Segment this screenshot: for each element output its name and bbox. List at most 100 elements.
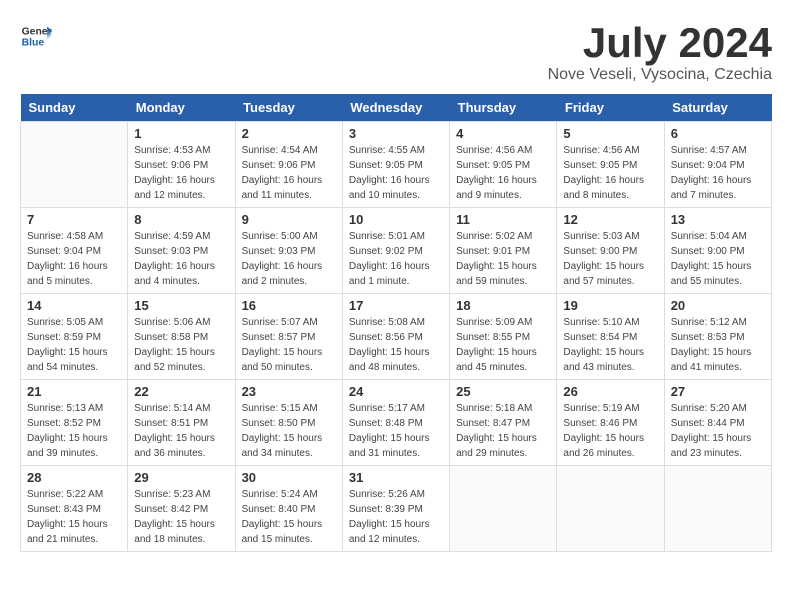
day-number: 15 (134, 298, 228, 313)
calendar-cell: 4Sunrise: 4:56 AMSunset: 9:05 PMDaylight… (450, 122, 557, 208)
calendar-cell: 2 Sunrise: 4:54 AMSunset: 9:06 PMDaylight… (235, 122, 342, 208)
day-info: Sunrise: 5:14 AMSunset: 8:51 PMDaylight:… (134, 401, 228, 461)
day-number: 18 (456, 298, 550, 313)
calendar-cell: 30 Sunrise: 5:24 AMSunset: 8:40 PMDayligh… (235, 466, 342, 552)
day-number: 27 (671, 384, 765, 399)
day-info: Sunrise: 4:54 AMSunset: 9:06 PMDaylight:… (242, 143, 336, 203)
day-info: Sunrise: 5:18 AMSunset: 8:47 PMDaylight:… (456, 401, 550, 461)
calendar-cell (450, 466, 557, 552)
day-number: 19 (563, 298, 657, 313)
weekday-header-monday: Monday (128, 94, 235, 122)
svg-text:Blue: Blue (22, 38, 45, 49)
weekday-header-sunday: Sunday (21, 94, 128, 122)
day-info: Sunrise: 5:07 AMSunset: 8:57 PMDaylight:… (242, 315, 336, 375)
day-info: Sunrise: 5:09 AMSunset: 8:55 PMDaylight:… (456, 315, 550, 375)
day-number: 3 (349, 126, 443, 141)
calendar-cell: 1 Sunrise: 4:53 AMSunset: 9:06 PMDaylight… (128, 122, 235, 208)
day-number: 2 (242, 126, 336, 141)
calendar-cell: 8 Sunrise: 4:59 AMSunset: 9:03 PMDaylight… (128, 208, 235, 294)
calendar-cell: 31 Sunrise: 5:26 AMSunset: 8:39 PMDayligh… (342, 466, 449, 552)
location-subtitle: Nove Veseli, Vysocina, Czechia (548, 66, 772, 84)
calendar-cell: 28 Sunrise: 5:22 AMSunset: 8:43 PMDayligh… (21, 466, 128, 552)
day-number: 29 (134, 470, 228, 485)
day-number: 17 (349, 298, 443, 313)
calendar-header: SundayMondayTuesdayWednesdayThursdayFrid… (21, 94, 772, 122)
day-info: Sunrise: 5:04 AMSunset: 9:00 PMDaylight:… (671, 229, 765, 289)
day-number: 23 (242, 384, 336, 399)
calendar-week-row: 21Sunrise: 5:13 AMSunset: 8:52 PMDayligh… (21, 380, 772, 466)
day-info: Sunrise: 5:20 AMSunset: 8:44 PMDaylight:… (671, 401, 765, 461)
calendar-cell: 13 Sunrise: 5:04 AMSunset: 9:00 PMDayligh… (664, 208, 771, 294)
calendar-week-row: 14Sunrise: 5:05 AMSunset: 8:59 PMDayligh… (21, 294, 772, 380)
calendar-week-row: 28 Sunrise: 5:22 AMSunset: 8:43 PMDayligh… (21, 466, 772, 552)
calendar-cell: 14Sunrise: 5:05 AMSunset: 8:59 PMDayligh… (21, 294, 128, 380)
calendar-cell: 19 Sunrise: 5:10 AMSunset: 8:54 PMDayligh… (557, 294, 664, 380)
day-info: Sunrise: 4:55 AMSunset: 9:05 PMDaylight:… (349, 143, 443, 203)
calendar-cell (664, 466, 771, 552)
day-info: Sunrise: 5:10 AMSunset: 8:54 PMDaylight:… (563, 315, 657, 375)
day-number: 8 (134, 212, 228, 227)
day-number: 11 (456, 212, 550, 227)
day-info: Sunrise: 4:57 AMSunset: 9:04 PMDaylight:… (671, 143, 765, 203)
weekday-header-thursday: Thursday (450, 94, 557, 122)
day-info: Sunrise: 4:56 AMSunset: 9:05 PMDaylight:… (563, 143, 657, 203)
calendar-cell: 23Sunrise: 5:15 AMSunset: 8:50 PMDayligh… (235, 380, 342, 466)
calendar-cell: 17 Sunrise: 5:08 AMSunset: 8:56 PMDayligh… (342, 294, 449, 380)
day-number: 20 (671, 298, 765, 313)
weekday-header-tuesday: Tuesday (235, 94, 342, 122)
day-number: 6 (671, 126, 765, 141)
day-info: Sunrise: 5:03 AMSunset: 9:00 PMDaylight:… (563, 229, 657, 289)
calendar-cell (557, 466, 664, 552)
calendar-cell: 26Sunrise: 5:19 AMSunset: 8:46 PMDayligh… (557, 380, 664, 466)
calendar-cell: 11Sunrise: 5:02 AMSunset: 9:01 PMDayligh… (450, 208, 557, 294)
calendar-cell: 6 Sunrise: 4:57 AMSunset: 9:04 PMDaylight… (664, 122, 771, 208)
calendar-cell: 9Sunrise: 5:00 AMSunset: 9:03 PMDaylight… (235, 208, 342, 294)
day-info: Sunrise: 5:05 AMSunset: 8:59 PMDaylight:… (27, 315, 121, 375)
day-info: Sunrise: 5:12 AMSunset: 8:53 PMDaylight:… (671, 315, 765, 375)
calendar-cell: 18 Sunrise: 5:09 AMSunset: 8:55 PMDayligh… (450, 294, 557, 380)
day-number: 13 (671, 212, 765, 227)
day-info: Sunrise: 5:06 AMSunset: 8:58 PMDaylight:… (134, 315, 228, 375)
weekday-header-row: SundayMondayTuesdayWednesdayThursdayFrid… (21, 94, 772, 122)
day-info: Sunrise: 5:22 AMSunset: 8:43 PMDaylight:… (27, 487, 121, 547)
day-info: Sunrise: 5:00 AMSunset: 9:03 PMDaylight:… (242, 229, 336, 289)
day-info: Sunrise: 5:26 AMSunset: 8:39 PMDaylight:… (349, 487, 443, 547)
title-area: July 2024 Nove Veseli, Vysocina, Czechia (548, 20, 772, 84)
calendar-cell: 22 Sunrise: 5:14 AMSunset: 8:51 PMDayligh… (128, 380, 235, 466)
calendar-cell: 21Sunrise: 5:13 AMSunset: 8:52 PMDayligh… (21, 380, 128, 466)
logo: General Blue General Blue (20, 20, 52, 52)
weekday-header-saturday: Saturday (664, 94, 771, 122)
page-header: General Blue General Blue July 2024 Nove… (20, 20, 772, 84)
month-title: July 2024 (548, 20, 772, 66)
day-info: Sunrise: 5:19 AMSunset: 8:46 PMDaylight:… (563, 401, 657, 461)
day-info: Sunrise: 5:24 AMSunset: 8:40 PMDaylight:… (242, 487, 336, 547)
calendar-cell: 10 Sunrise: 5:01 AMSunset: 9:02 PMDayligh… (342, 208, 449, 294)
day-number: 28 (27, 470, 121, 485)
day-number: 30 (242, 470, 336, 485)
day-number: 22 (134, 384, 228, 399)
calendar-cell: 12Sunrise: 5:03 AMSunset: 9:00 PMDayligh… (557, 208, 664, 294)
day-info: Sunrise: 4:59 AMSunset: 9:03 PMDaylight:… (134, 229, 228, 289)
calendar-cell (21, 122, 128, 208)
day-info: Sunrise: 5:23 AMSunset: 8:42 PMDaylight:… (134, 487, 228, 547)
day-number: 31 (349, 470, 443, 485)
weekday-header-wednesday: Wednesday (342, 94, 449, 122)
calendar-cell: 5Sunrise: 4:56 AMSunset: 9:05 PMDaylight… (557, 122, 664, 208)
day-info: Sunrise: 4:53 AMSunset: 9:06 PMDaylight:… (134, 143, 228, 203)
calendar-cell: 29 Sunrise: 5:23 AMSunset: 8:42 PMDayligh… (128, 466, 235, 552)
calendar-table: SundayMondayTuesdayWednesdayThursdayFrid… (20, 94, 772, 552)
calendar-body: 1 Sunrise: 4:53 AMSunset: 9:06 PMDaylight… (21, 122, 772, 552)
day-number: 10 (349, 212, 443, 227)
day-info: Sunrise: 5:17 AMSunset: 8:48 PMDaylight:… (349, 401, 443, 461)
calendar-cell: 27 Sunrise: 5:20 AMSunset: 8:44 PMDayligh… (664, 380, 771, 466)
logo-icon: General Blue (20, 20, 52, 52)
day-info: Sunrise: 5:08 AMSunset: 8:56 PMDaylight:… (349, 315, 443, 375)
calendar-cell: 15 Sunrise: 5:06 AMSunset: 8:58 PMDayligh… (128, 294, 235, 380)
day-number: 1 (134, 126, 228, 141)
day-info: Sunrise: 5:13 AMSunset: 8:52 PMDaylight:… (27, 401, 121, 461)
day-info: Sunrise: 5:01 AMSunset: 9:02 PMDaylight:… (349, 229, 443, 289)
weekday-header-friday: Friday (557, 94, 664, 122)
day-number: 16 (242, 298, 336, 313)
day-number: 7 (27, 212, 121, 227)
day-info: Sunrise: 4:58 AMSunset: 9:04 PMDaylight:… (27, 229, 121, 289)
